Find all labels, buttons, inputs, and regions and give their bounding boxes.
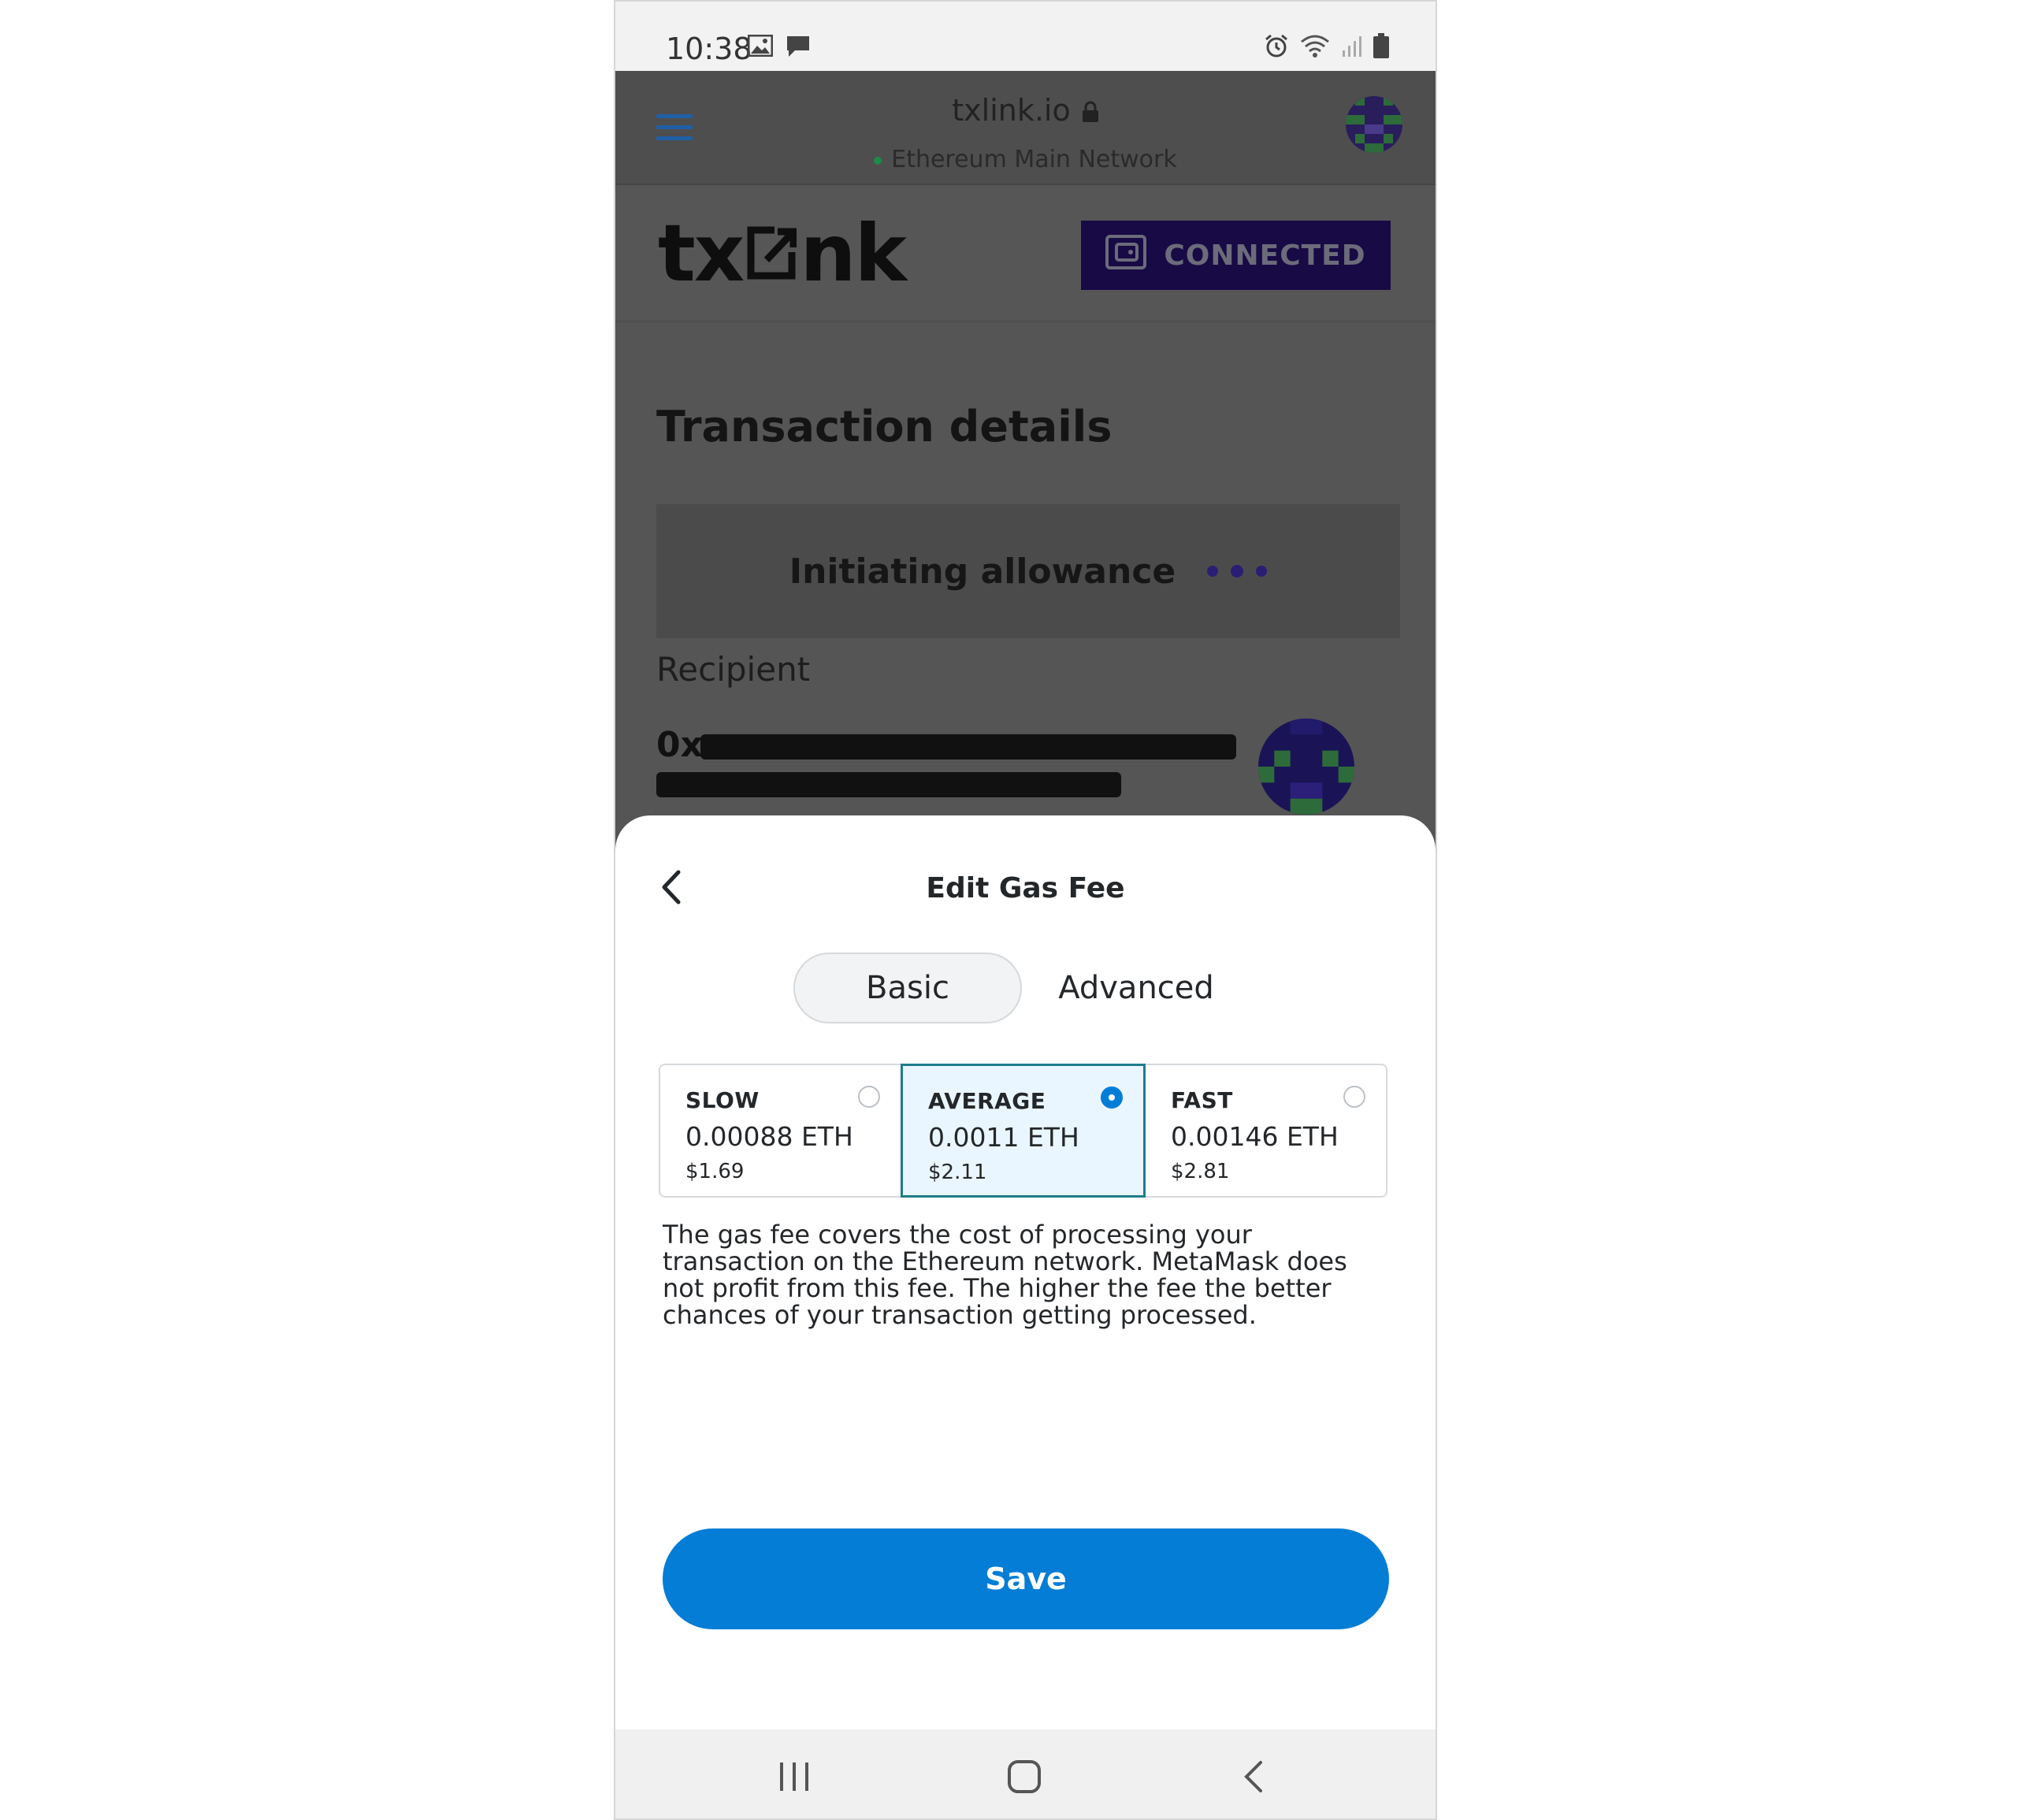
network-indicator: Ethereum Main Network: [615, 146, 1436, 173]
fee-option-usd: $2.11: [928, 1161, 987, 1184]
edit-gas-fee-sheet: Edit Gas Fee Basic Advanced SLOW 0.00088…: [615, 815, 1436, 1729]
network-status-dot: [874, 156, 882, 165]
radio-button[interactable]: [858, 1086, 880, 1108]
fee-options: SLOW 0.00088 ETH $1.69 AVERAGE 0.0011 ET…: [659, 1064, 1387, 1198]
url-title[interactable]: txlink.io: [615, 93, 1436, 130]
redaction-bar: [656, 772, 1121, 797]
battery-icon: [1373, 33, 1390, 61]
fee-option-fast[interactable]: FAST 0.00146 ETH $2.81: [1146, 1065, 1386, 1196]
radio-button-selected[interactable]: [1101, 1086, 1123, 1109]
logo-text-left: tx: [658, 207, 745, 299]
redaction-bar: [700, 734, 1236, 760]
image-icon: [747, 34, 774, 61]
signal-icon: [1341, 35, 1361, 60]
site-header: tx nk CONNECTED: [615, 185, 1436, 323]
tab-advanced[interactable]: Advanced: [1022, 953, 1250, 1023]
logo-text-right: nk: [800, 207, 907, 299]
status-time: 10:38: [666, 32, 752, 66]
url-text: txlink.io: [952, 93, 1071, 128]
status-text: Initiating allowance: [789, 551, 1176, 592]
system-nav-bar: [615, 1729, 1436, 1820]
alarm-icon: [1264, 33, 1289, 61]
status-banner: Initiating allowance: [656, 504, 1400, 638]
dapp-webview: txlink.io Ethereum Main Network tx nk CO…: [615, 71, 1436, 859]
home-icon[interactable]: [1007, 1759, 1042, 1797]
network-name: Ethereum Main Network: [891, 146, 1177, 173]
wallet-icon: [1105, 234, 1147, 277]
tab-basic[interactable]: Basic: [793, 953, 1022, 1023]
sheet-title: Edit Gas Fee: [926, 872, 1125, 904]
connected-button[interactable]: CONNECTED: [1081, 221, 1391, 290]
recipient-label: Recipient: [656, 650, 811, 689]
fee-option-eth: 0.0011 ETH: [928, 1122, 1079, 1153]
fee-option-eth: 0.00146 ETH: [1171, 1121, 1339, 1152]
loading-dots-icon: [1207, 565, 1268, 578]
status-bar: 10:38: [615, 0, 1436, 71]
recent-apps-icon[interactable]: [777, 1761, 812, 1796]
fee-option-eth: 0.00088 ETH: [685, 1121, 853, 1152]
connected-label: CONNECTED: [1164, 239, 1366, 272]
radio-button[interactable]: [1343, 1086, 1365, 1108]
account-avatar[interactable]: [1346, 96, 1402, 153]
gas-fee-description: The gas fee covers the cost of processin…: [663, 1220, 1347, 1330]
page-title: Transaction details: [656, 402, 1113, 451]
fee-option-slow[interactable]: SLOW 0.00088 ETH $1.69: [660, 1065, 901, 1196]
recipient-avatar: [1258, 719, 1354, 815]
back-icon[interactable]: [1242, 1759, 1265, 1797]
recipient-address: 0x: [656, 725, 703, 765]
fee-option-average[interactable]: AVERAGE 0.0011 ETH $2.11: [901, 1064, 1146, 1198]
fee-option-usd: $2.81: [1171, 1160, 1230, 1183]
message-icon: [786, 35, 811, 61]
phone-screen: 10:38 txlink.io Ethereum Main Network tx…: [614, 0, 1437, 1820]
lock-icon: [1082, 95, 1099, 130]
save-button[interactable]: Save: [663, 1528, 1389, 1629]
browser-url-bar: txlink.io Ethereum Main Network: [615, 71, 1436, 185]
external-link-logo-icon: [746, 207, 797, 299]
wifi-icon: [1300, 34, 1330, 61]
txlink-logo: tx nk: [658, 207, 907, 299]
fee-option-usd: $1.69: [685, 1160, 745, 1183]
fee-mode-tabs: Basic Advanced: [793, 953, 1250, 1023]
